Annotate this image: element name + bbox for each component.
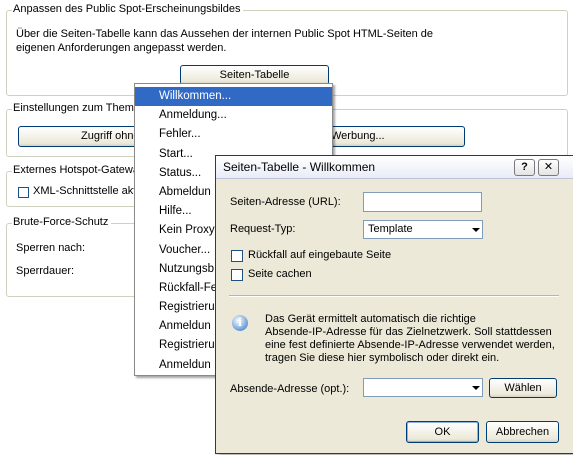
- url-label: Seiten-Adresse (URL):: [230, 196, 341, 208]
- menu-item-anmeldung[interactable]: Anmeldung...: [135, 106, 332, 125]
- info-text-1: Das Gerät ermittelt automatisch die rich…: [265, 313, 476, 325]
- appearance-description-2: eigenen Anforderungen angepasst werden.: [16, 42, 227, 54]
- cancel-button[interactable]: Abbrechen: [486, 421, 559, 443]
- close-button[interactable]: ✕: [538, 159, 559, 176]
- sender-address-combo[interactable]: [363, 378, 483, 397]
- cache-checkbox[interactable]: [231, 269, 243, 281]
- chevron-down-icon: [472, 386, 480, 390]
- url-input[interactable]: [363, 192, 482, 212]
- cache-label: Seite cachen: [248, 268, 312, 280]
- sender-address-label: Absende-Adresse (opt.):: [230, 383, 350, 395]
- dialog-titlebar[interactable]: Seiten-Tabelle - Willkommen ? ✕: [216, 156, 573, 179]
- separator: [229, 295, 559, 297]
- external-gateway-title: Externes Hotspot-Gatewa: [12, 164, 142, 176]
- ok-button[interactable]: OK: [406, 421, 479, 443]
- dialog-title: Seiten-Tabelle - Willkommen: [223, 160, 376, 174]
- seiten-tabelle-dialog: Seiten-Tabelle - Willkommen ? ✕ Seiten-A…: [215, 155, 573, 454]
- chevron-down-icon: [472, 228, 480, 232]
- close-icon: ✕: [543, 161, 554, 173]
- fallback-label: Rückfall auf eingebaute Seite: [248, 249, 392, 261]
- info-text-3: eine fest definierte Absende-IP-Adresse …: [265, 339, 555, 351]
- brute-force-title: Brute-Force-Schutz: [12, 216, 112, 228]
- theme-title: Einstellungen zum Thema: [12, 102, 143, 114]
- menu-item-willkommen[interactable]: Willkommen...: [135, 87, 332, 107]
- lock-after-label: Sperren nach:: [16, 242, 86, 254]
- fallback-checkbox[interactable]: [231, 250, 243, 262]
- werbung-button[interactable]: Werbung...: [330, 126, 465, 147]
- info-text-2: Absende-IP-Adresse für das Zielnetzwerk.…: [265, 326, 552, 338]
- lock-duration-label: Sperrdauer:: [16, 265, 75, 277]
- info-text-4: tragen Sie diese hier symbolisch oder di…: [265, 352, 500, 364]
- xml-interface-label: XML-Schnittstelle akt: [33, 185, 137, 197]
- appearance-description-1: Über die Seiten-Tabelle kann das Aussehe…: [16, 28, 434, 40]
- xml-interface-checkbox[interactable]: [18, 187, 29, 198]
- seiten-tabelle-button[interactable]: Seiten-Tabelle: [180, 65, 329, 85]
- help-icon: ?: [521, 161, 528, 173]
- request-type-label: Request-Typ:: [230, 223, 296, 235]
- help-button[interactable]: ?: [514, 159, 535, 176]
- request-type-value: Template: [368, 223, 413, 235]
- menu-item-fehler[interactable]: Fehler...: [135, 125, 332, 144]
- request-type-select[interactable]: Template: [363, 220, 483, 239]
- appearance-title: Anpassen des Public Spot-Erscheinungsbil…: [12, 3, 244, 15]
- choose-button[interactable]: Wählen: [489, 378, 557, 398]
- info-icon: i: [232, 315, 248, 331]
